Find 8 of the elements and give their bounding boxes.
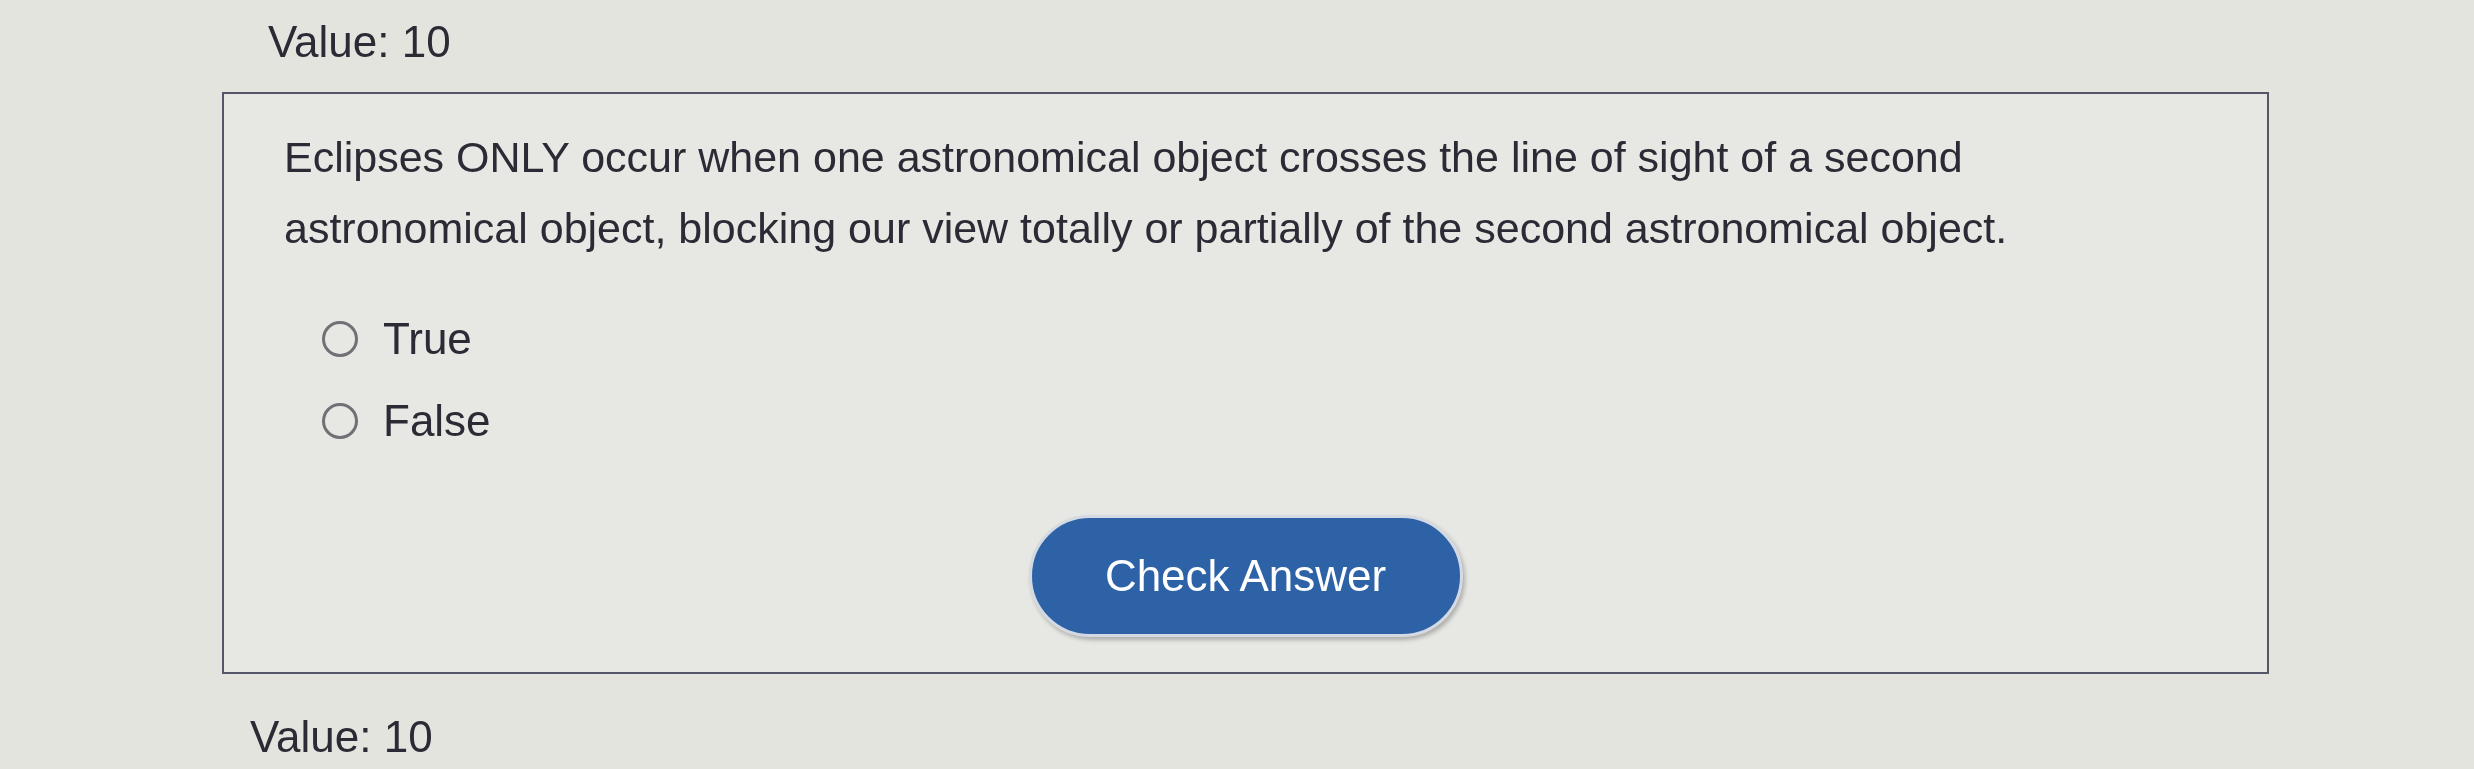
value-label: Value: 10	[268, 17, 451, 67]
check-answer-button[interactable]: Check Answer	[1028, 515, 1463, 637]
value-label: Value: 10	[250, 712, 433, 762]
radio-button[interactable]	[322, 321, 358, 357]
option-label[interactable]: False	[383, 395, 491, 447]
radio-button[interactable]	[322, 403, 358, 439]
question-text: Eclipses ONLY occur when one astronomical object crosses the line of sight of a second astronomical object, blocking our view totally or partially of the second astronomical object.	[284, 132, 2009, 254]
option-label[interactable]: True	[383, 313, 472, 365]
